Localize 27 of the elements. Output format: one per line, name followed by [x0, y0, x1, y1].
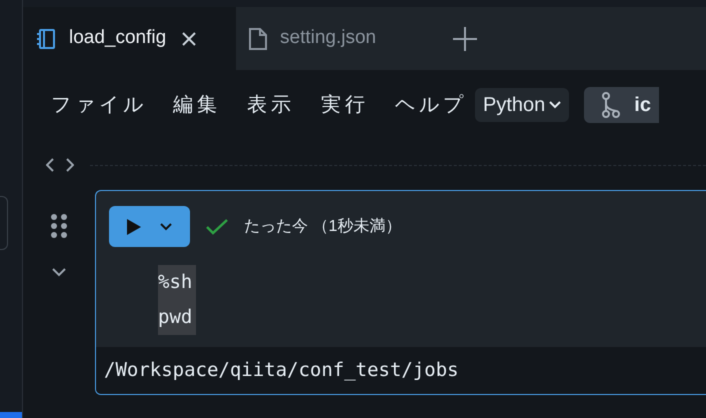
- panel-edge: [0, 196, 8, 250]
- add-tab-icon[interactable]: [452, 26, 478, 52]
- drag-handle-icon[interactable]: [51, 214, 67, 238]
- notebook-icon: [35, 28, 57, 50]
- chevron-down-icon: [549, 101, 562, 109]
- tab[interactable]: setting.json: [236, 7, 436, 70]
- play-icon: [126, 218, 141, 234]
- tab-label: load_config: [69, 26, 166, 50]
- branch-button[interactable]: ic: [584, 87, 659, 123]
- chevron-down-icon: [160, 222, 172, 230]
- run-status: たった今 （1秒未満）: [244, 216, 402, 236]
- language-dropdown[interactable]: Python: [475, 88, 570, 122]
- progress-bar-edge: [0, 412, 22, 418]
- menu-item[interactable]: ファイル: [51, 90, 147, 120]
- branch-icon: [602, 92, 620, 118]
- menu-item[interactable]: 編集: [173, 90, 221, 120]
- tab[interactable]: load_config: [23, 7, 236, 70]
- menu-item[interactable]: ヘルプ: [395, 90, 467, 120]
- menu-item[interactable]: 実行: [321, 90, 369, 120]
- cell-output: /Workspace/qiita/conf_test/jobs: [104, 358, 459, 384]
- file-icon: [248, 26, 268, 50]
- chevron-down-icon[interactable]: [52, 268, 66, 277]
- code-icon[interactable]: [46, 158, 74, 172]
- close-icon[interactable]: [182, 32, 196, 46]
- menu-item[interactable]: 表示: [247, 90, 295, 120]
- tab-label: setting.json: [280, 26, 376, 50]
- run-button[interactable]: [109, 206, 190, 247]
